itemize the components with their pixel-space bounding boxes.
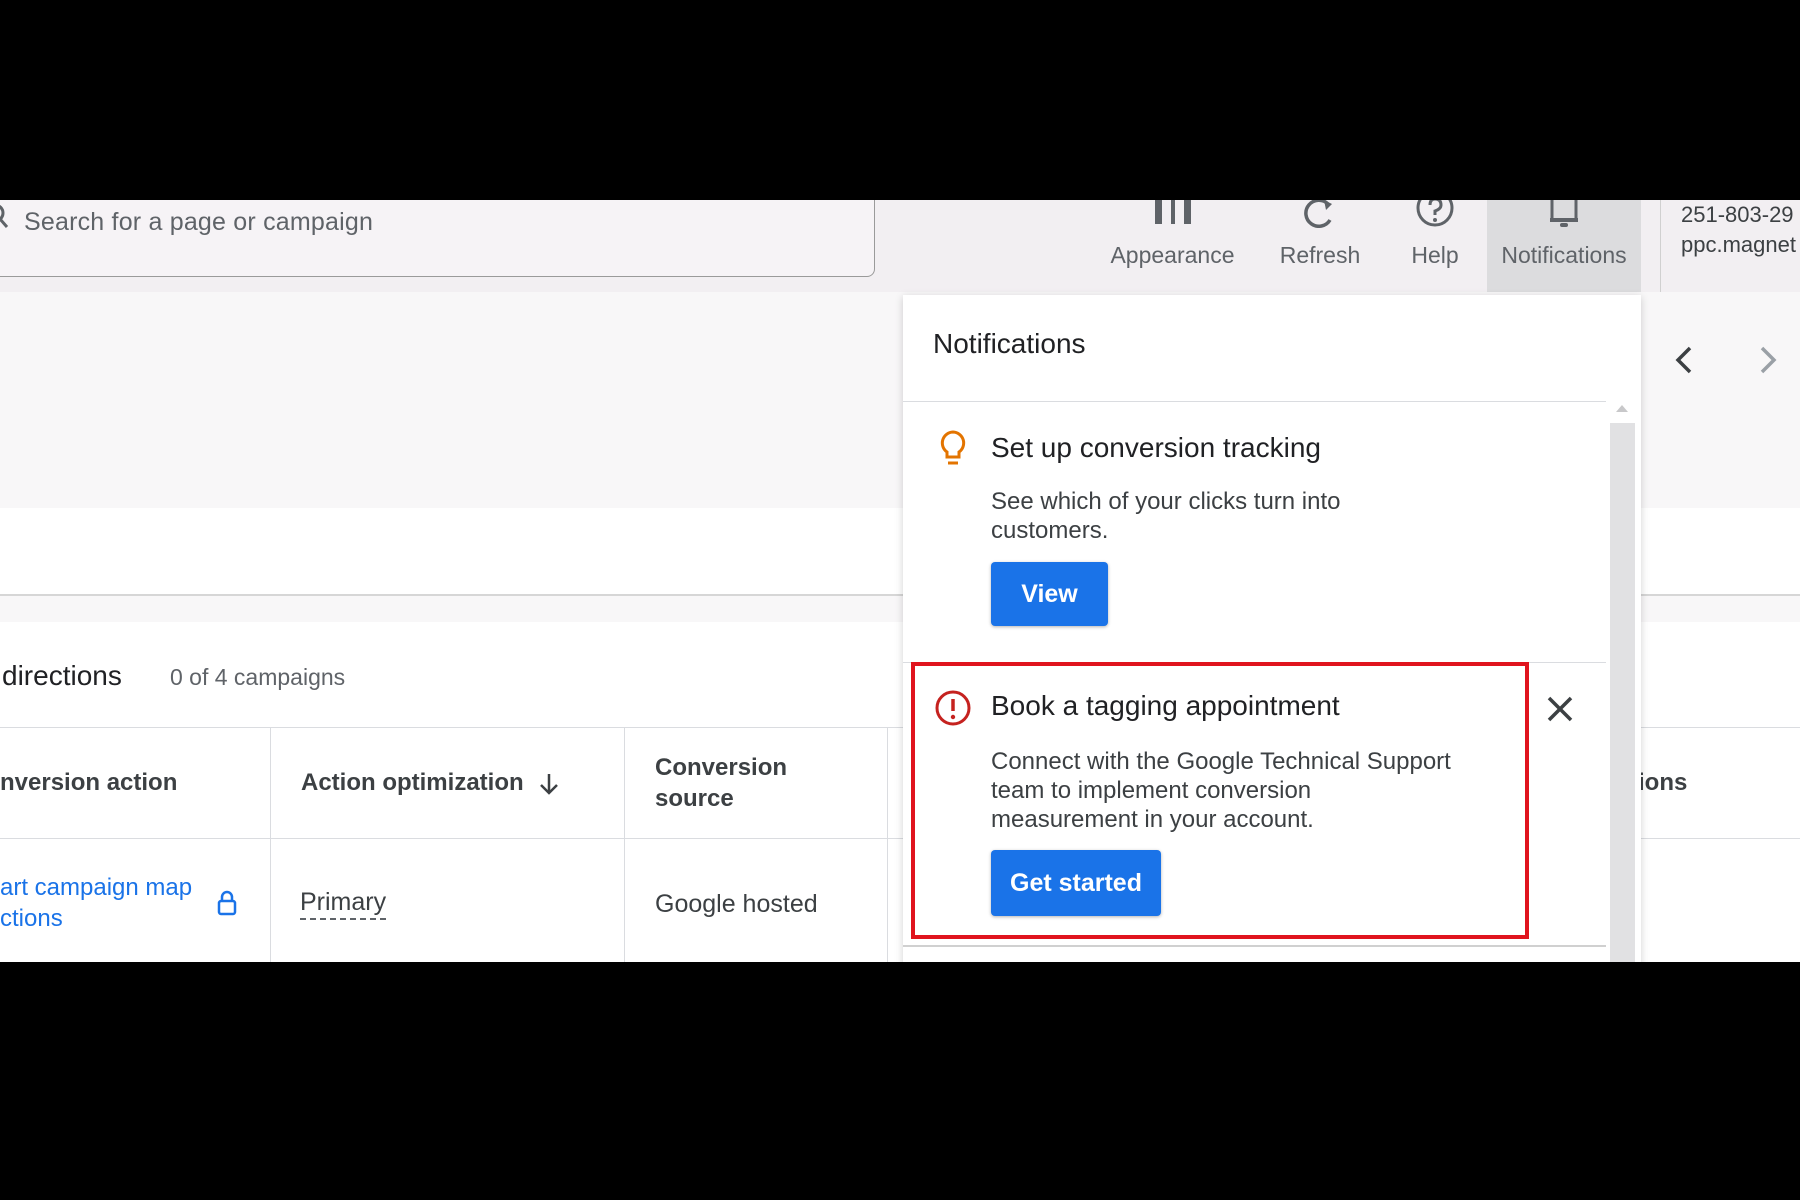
header-conversion-source-line1: Conversion [655, 754, 788, 781]
close-icon[interactable] [1544, 693, 1576, 725]
refresh-label: Refresh [1279, 242, 1361, 268]
notification-title: Set up conversion tracking [991, 432, 1321, 463]
notifications-button[interactable]: Notifications [1487, 200, 1641, 292]
arrow-down-icon [540, 773, 559, 795]
help-label: Help [1411, 242, 1459, 268]
search-input[interactable]: Search for a page or campaign [0, 200, 875, 277]
notification-body-line: measurement in your account. [991, 806, 1314, 833]
conversion-action-line2: ctions [0, 905, 63, 932]
column-divider [270, 727, 271, 962]
alert-circle-icon [935, 690, 971, 726]
refresh-icon [1270, 200, 1370, 230]
conversion-action-line1: art campaign map [0, 874, 193, 901]
app-screen: Search for a page or campaign Appearance… [0, 200, 1800, 962]
view-button[interactable]: View [991, 562, 1108, 626]
optimization-cell: Primary [300, 888, 387, 920]
notification-body: See which of your clicks turn into custo… [991, 487, 1341, 545]
header-conversion-action[interactable]: nversion action [0, 767, 177, 798]
next-button[interactable] [1748, 340, 1788, 380]
appearance-icon [1105, 200, 1240, 230]
previous-button[interactable] [1664, 340, 1704, 380]
refresh-button[interactable]: Refresh [1270, 200, 1370, 292]
search-icon [0, 204, 17, 231]
bell-icon [1487, 200, 1641, 230]
search-placeholder: Search for a page or campaign [24, 208, 374, 236]
notification-body-line: customers. [991, 517, 1109, 544]
optimization-value[interactable]: Primary [300, 888, 387, 920]
help-button[interactable]: Help [1400, 200, 1470, 292]
column-divider [887, 727, 888, 962]
header-conversion-source-line2: source [655, 785, 734, 812]
notification-title: Book a tagging appointment [991, 690, 1340, 721]
account-phone: 251-803-29 [1681, 202, 1794, 227]
notification-body-line: team to implement conversion [991, 777, 1312, 804]
header-conversion-source[interactable]: Conversion source [655, 752, 787, 814]
help-icon [1400, 200, 1470, 230]
appearance-label: Appearance [1110, 242, 1235, 268]
column-divider [624, 727, 625, 962]
divider [903, 945, 1606, 947]
chevron-left-icon [1675, 346, 1692, 374]
chevron-right-icon [1760, 346, 1777, 374]
notifications-panel: Notifications Set up conversion tracking… [903, 295, 1641, 962]
notification-body-line: Connect with the Google Technical Suppor… [991, 748, 1451, 775]
header-action-optimization[interactable]: Action optimization [301, 767, 560, 798]
top-bar: Search for a page or campaign Appearance… [0, 200, 1800, 292]
header-action-optimization-label: Action optimization [301, 769, 524, 796]
source-cell: Google hosted [655, 890, 818, 918]
lock-icon [217, 890, 237, 916]
scrollbar[interactable] [1610, 423, 1635, 962]
card-title: directions [2, 660, 122, 691]
account-info[interactable]: 251-803-29 ppc.magnet [1660, 200, 1796, 292]
get-started-button[interactable]: Get started [991, 850, 1161, 916]
notification-body: Connect with the Google Technical Suppor… [991, 747, 1451, 834]
account-name: ppc.magnet [1681, 232, 1796, 257]
notifications-label: Notifications [1501, 242, 1627, 268]
campaign-count: 0 of 4 campaigns [170, 664, 346, 690]
divider [903, 401, 1606, 402]
conversion-action-link[interactable]: art campaign map ctions [0, 872, 192, 934]
lightbulb-icon [940, 430, 966, 465]
scroll-up-arrow[interactable] [1616, 405, 1628, 412]
panel-title: Notifications [933, 328, 1086, 359]
notification-body-line: See which of your clicks turn into [991, 488, 1341, 515]
appearance-button[interactable]: Appearance [1105, 200, 1240, 292]
